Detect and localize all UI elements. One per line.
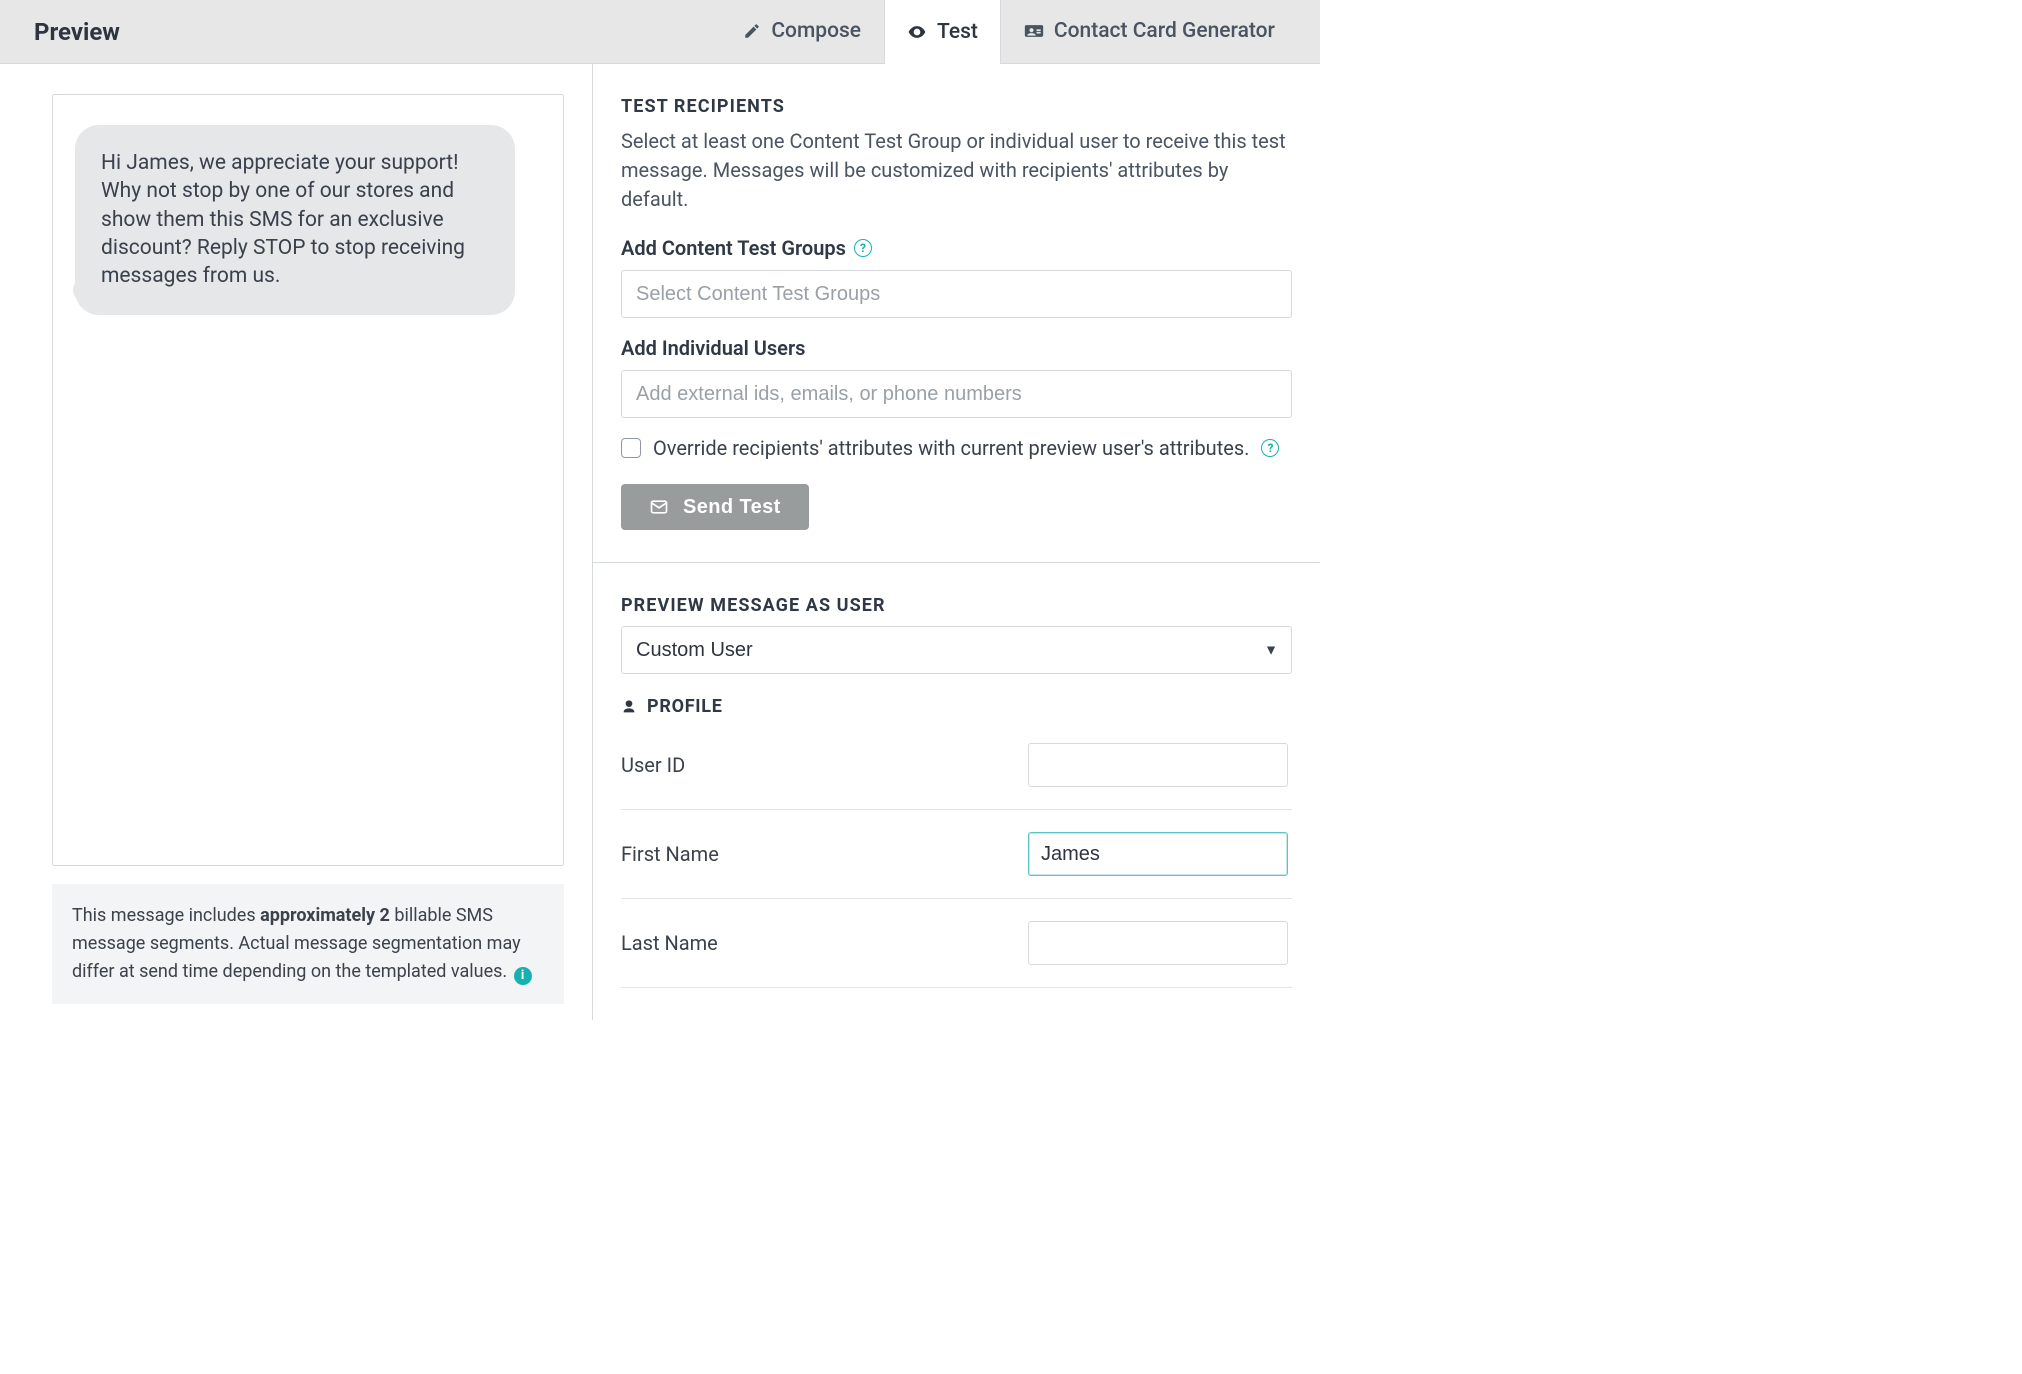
pencil-icon: [743, 22, 761, 40]
label-text: Add Individual Users: [621, 336, 805, 360]
info-icon[interactable]: i: [514, 967, 532, 985]
section-description: Select at least one Content Test Group o…: [621, 127, 1292, 214]
last-name-input[interactable]: [1028, 921, 1288, 965]
sms-text: Hi James, we appreciate your support! Wh…: [101, 151, 465, 288]
section-title: PREVIEW MESSAGE AS USER: [621, 595, 1292, 616]
override-row: Override recipients' attributes with cur…: [621, 436, 1292, 460]
field-label: First Name: [621, 842, 1028, 866]
user-id-input[interactable]: [1028, 743, 1288, 787]
label-text: Add Content Test Groups: [621, 236, 846, 260]
tab-label: Contact Card Generator: [1054, 19, 1275, 43]
help-icon[interactable]: ?: [1261, 439, 1279, 457]
test-recipients-section: TEST RECIPIENTS Select at least one Cont…: [593, 64, 1320, 562]
tab-test[interactable]: Test: [884, 0, 1001, 64]
tabs: Compose Test Contact Card Generator: [720, 0, 1298, 63]
right-panel: TEST RECIPIENTS Select at least one Cont…: [593, 64, 1320, 1020]
users-label: Add Individual Users: [621, 336, 1292, 360]
override-label: Override recipients' attributes with cur…: [653, 436, 1249, 460]
preview-user-select-wrap: ▼: [621, 626, 1292, 674]
segments-bold: approximately 2: [260, 905, 390, 926]
preview-panel: Hi James, we appreciate your support! Wh…: [0, 64, 593, 1020]
page-title: Preview: [34, 18, 120, 46]
sms-preview: Hi James, we appreciate your support! Wh…: [52, 94, 564, 866]
tab-label: Test: [937, 20, 978, 44]
profile-grid: User ID First Name Last Name: [621, 733, 1292, 988]
section-title: TEST RECIPIENTS: [621, 96, 1292, 117]
sms-bubble: Hi James, we appreciate your support! Wh…: [75, 125, 515, 315]
profile-row: User ID: [621, 733, 1292, 810]
profile-title: PROFILE: [647, 696, 723, 717]
tab-compose[interactable]: Compose: [720, 0, 884, 63]
envelope-icon: [649, 497, 669, 517]
help-icon[interactable]: ?: [854, 239, 872, 257]
header: Preview Compose Test Contact Card Genera…: [0, 0, 1320, 64]
bubble-tail: [67, 283, 89, 305]
main: Hi James, we appreciate your support! Wh…: [0, 64, 1320, 1020]
profile-header: PROFILE: [621, 696, 1292, 717]
field-label: Last Name: [621, 931, 1028, 955]
override-checkbox[interactable]: [621, 438, 641, 458]
field-label: User ID: [621, 753, 1028, 777]
profile-row: Last Name: [621, 899, 1292, 988]
segments-note: This message includes approximately 2 bi…: [52, 884, 564, 1004]
contact-card-icon: [1024, 21, 1044, 41]
tab-contact-card-generator[interactable]: Contact Card Generator: [1001, 0, 1298, 63]
segments-prefix: This message includes: [72, 905, 260, 926]
content-test-groups-input[interactable]: [621, 270, 1292, 318]
tab-label: Compose: [771, 19, 861, 43]
groups-label: Add Content Test Groups ?: [621, 236, 1292, 260]
individual-users-input[interactable]: [621, 370, 1292, 418]
eye-icon: [907, 22, 927, 42]
first-name-input[interactable]: [1028, 832, 1288, 876]
button-label: Send Test: [683, 496, 781, 519]
user-icon: [621, 699, 637, 715]
preview-user-select[interactable]: [621, 626, 1292, 674]
preview-as-section: PREVIEW MESSAGE AS USER ▼ PROFILE User I…: [593, 563, 1320, 1020]
profile-row: First Name: [621, 810, 1292, 899]
send-test-button[interactable]: Send Test: [621, 484, 809, 530]
